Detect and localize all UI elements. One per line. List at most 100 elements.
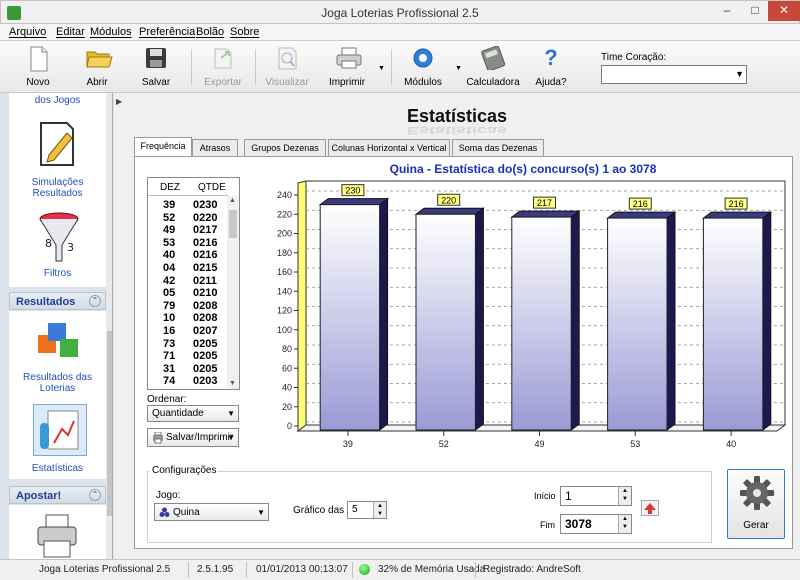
status-app-name: Joga Loterias Profissional 2.5 bbox=[39, 564, 171, 575]
expand-arrow-icon[interactable]: ▶ bbox=[116, 97, 122, 106]
close-button[interactable]: ✕ bbox=[768, 1, 800, 21]
tab-atrasos[interactable]: Atrasos bbox=[192, 139, 238, 157]
list-item[interactable]: 16 0207 bbox=[148, 325, 228, 337]
chart-data-label: 230 bbox=[345, 186, 360, 196]
modulos-dropdown-arrow[interactable]: ▼ bbox=[455, 65, 462, 72]
gear-icon bbox=[411, 46, 435, 70]
grafico-das-stepper[interactable]: 5 ▲ ▼ bbox=[347, 501, 387, 519]
modulos-button[interactable]: Módulos bbox=[393, 46, 453, 90]
sidebar-header-resultados[interactable]: Resultados ⌃ bbox=[9, 292, 106, 310]
sidebar-scrollbar[interactable] bbox=[106, 93, 112, 559]
help-question-icon: ? bbox=[544, 45, 558, 70]
novo-button[interactable]: Novo bbox=[8, 46, 68, 90]
fim-stepper[interactable]: 3078 ▲ ▼ bbox=[560, 514, 632, 534]
stepper-arrows-icon[interactable]: ▲ ▼ bbox=[373, 502, 386, 518]
tab-frequencia[interactable]: Frequência bbox=[134, 137, 192, 158]
salvar-imprimir-button[interactable]: Salvar/Imprimir ▼ bbox=[147, 428, 239, 447]
chevron-down-icon: ▼ bbox=[227, 409, 235, 418]
sidebar-item-estatisticas[interactable] bbox=[33, 404, 87, 456]
chart-bar-top bbox=[414, 207, 485, 215]
visualizar-label: Visualizar bbox=[265, 77, 309, 88]
status-bar: Joga Loterias Profissional 2.5 2.5.1.95 … bbox=[0, 559, 800, 580]
sidebar-resultados-loterias-label[interactable]: Resultados das Loterias bbox=[9, 372, 106, 394]
gerar-button[interactable]: Gerar bbox=[727, 469, 785, 539]
ajuda-button[interactable]: ? Ajuda? bbox=[521, 46, 581, 90]
menu-preferencia[interactable]: Preferência bbox=[139, 26, 195, 38]
scrollbar-thumb[interactable] bbox=[229, 210, 237, 238]
menu-sobre[interactable]: Sobre bbox=[230, 26, 259, 38]
dezenas-list[interactable]: DEZ QTDE 39 0230 52 0220 49 0217 53 0216 40 0216 0… bbox=[147, 177, 240, 390]
calculadora-button[interactable]: Calculadora bbox=[463, 45, 523, 90]
list-item[interactable]: 04 0215 bbox=[148, 262, 228, 274]
list-item[interactable]: 40 0216 bbox=[148, 249, 228, 261]
list-item[interactable]: 79 0208 bbox=[148, 300, 228, 312]
list-item[interactable]: 10 0208 bbox=[148, 312, 228, 324]
ordenar-select[interactable]: Quantidade ▼ bbox=[147, 405, 239, 422]
inicio-stepper[interactable]: 1 ▲ ▼ bbox=[560, 486, 632, 506]
chart-y-tick-label: 220 bbox=[277, 209, 292, 219]
window-title: Joga Loterias Profissional 2.5 bbox=[321, 6, 479, 20]
exportar-button[interactable]: Exportar bbox=[193, 46, 253, 90]
sidebar-header-apostar[interactable]: Apostar! ⌃ bbox=[9, 486, 106, 504]
menu-editar[interactable]: Editar bbox=[56, 26, 85, 38]
list-item-qtde: 0210 bbox=[193, 287, 218, 300]
imprimir-button[interactable]: Imprimir bbox=[317, 46, 377, 90]
list-item[interactable]: 31 0205 bbox=[148, 363, 228, 375]
sidebar-simulacoes-label[interactable]: Simulações Resultados bbox=[9, 177, 106, 199]
list-scrollbar[interactable]: ▲ ▼ bbox=[227, 196, 239, 389]
collapse-chevron-icon[interactable]: ⌃ bbox=[89, 489, 101, 501]
preview-icon bbox=[275, 46, 299, 70]
maximize-button[interactable]: □ bbox=[741, 1, 769, 21]
list-item[interactable]: 39 0230 bbox=[148, 199, 228, 211]
list-item[interactable]: 74 0203 bbox=[148, 375, 228, 387]
stepper-arrows-icon[interactable]: ▲ ▼ bbox=[618, 487, 631, 505]
tab-soma-dezenas[interactable]: Soma das Dezenas bbox=[452, 139, 544, 157]
list-item[interactable]: 71 0205 bbox=[148, 350, 228, 362]
list-item[interactable]: 05 0210 bbox=[148, 287, 228, 299]
tab-colunas[interactable]: Colunas Horizontal x Vertical bbox=[328, 139, 450, 157]
tab-grupos-dezenas[interactable]: Grupos Dezenas bbox=[244, 139, 326, 157]
imprimir-dropdown-arrow[interactable]: ▼ bbox=[378, 65, 385, 72]
calculadora-label: Calculadora bbox=[466, 77, 520, 88]
scrollbar-thumb[interactable] bbox=[107, 331, 112, 516]
salvar-button[interactable]: Salvar bbox=[126, 46, 186, 90]
list-item[interactable]: 42 0211 bbox=[148, 275, 228, 287]
time-coracao-select[interactable]: ▼ bbox=[601, 65, 747, 84]
collapse-chevron-icon[interactable]: ⌃ bbox=[89, 295, 101, 307]
list-item[interactable]: 53 0216 bbox=[148, 237, 228, 249]
sidebar-estatisticas-label[interactable]: Estatísticas bbox=[9, 463, 106, 474]
chevron-down-icon: ▼ bbox=[227, 433, 235, 442]
list-item-dezena: 40 bbox=[163, 249, 176, 262]
range-toggle-button[interactable] bbox=[641, 500, 659, 516]
sidebar-dos-jogos-label[interactable]: dos Jogos bbox=[9, 95, 106, 106]
chart-y-tick-label: 120 bbox=[277, 306, 292, 316]
list-item-dezena: 53 bbox=[163, 236, 176, 249]
visualizar-button[interactable]: Visualizar bbox=[257, 46, 317, 90]
status-separator bbox=[475, 562, 476, 578]
filter-funnel-icon[interactable]: 83 bbox=[37, 211, 81, 263]
jogo-select[interactable]: Quina ▼ bbox=[154, 503, 269, 521]
list-item[interactable]: 49 0217 bbox=[148, 224, 228, 236]
gerar-label: Gerar bbox=[743, 520, 769, 531]
menu-arquivo[interactable]: Arquivo bbox=[9, 26, 46, 38]
status-memory: 32% de Memória Usada bbox=[378, 564, 486, 575]
printer-ticket-icon[interactable] bbox=[36, 513, 80, 559]
chart-y-tick-label: 140 bbox=[277, 286, 292, 296]
menu-bolao[interactable]: Bolão bbox=[196, 26, 224, 38]
main-area: ▶ Estatísticas Estatísticas Frequência A… bbox=[114, 93, 800, 559]
minimize-button[interactable]: – bbox=[713, 1, 741, 21]
scroll-up-icon[interactable]: ▲ bbox=[229, 197, 236, 204]
list-item-qtde: 0207 bbox=[193, 325, 218, 337]
menu-modulos[interactable]: Módulos bbox=[90, 26, 132, 38]
status-separator bbox=[352, 562, 353, 578]
list-item[interactable]: 73 0205 bbox=[148, 338, 228, 350]
cubes-icon[interactable] bbox=[34, 319, 82, 365]
scroll-down-icon[interactable]: ▼ bbox=[229, 380, 236, 387]
chart-bar-top bbox=[510, 210, 581, 218]
stepper-arrows-icon[interactable]: ▲ ▼ bbox=[618, 515, 631, 533]
simulacoes-icon[interactable] bbox=[37, 121, 77, 167]
sidebar-filtros-label[interactable]: Filtros bbox=[9, 268, 106, 279]
abrir-button[interactable]: Abrir bbox=[67, 46, 127, 90]
list-item[interactable]: 52 0220 bbox=[148, 212, 228, 224]
list-item-qtde: 0211 bbox=[193, 274, 217, 287]
